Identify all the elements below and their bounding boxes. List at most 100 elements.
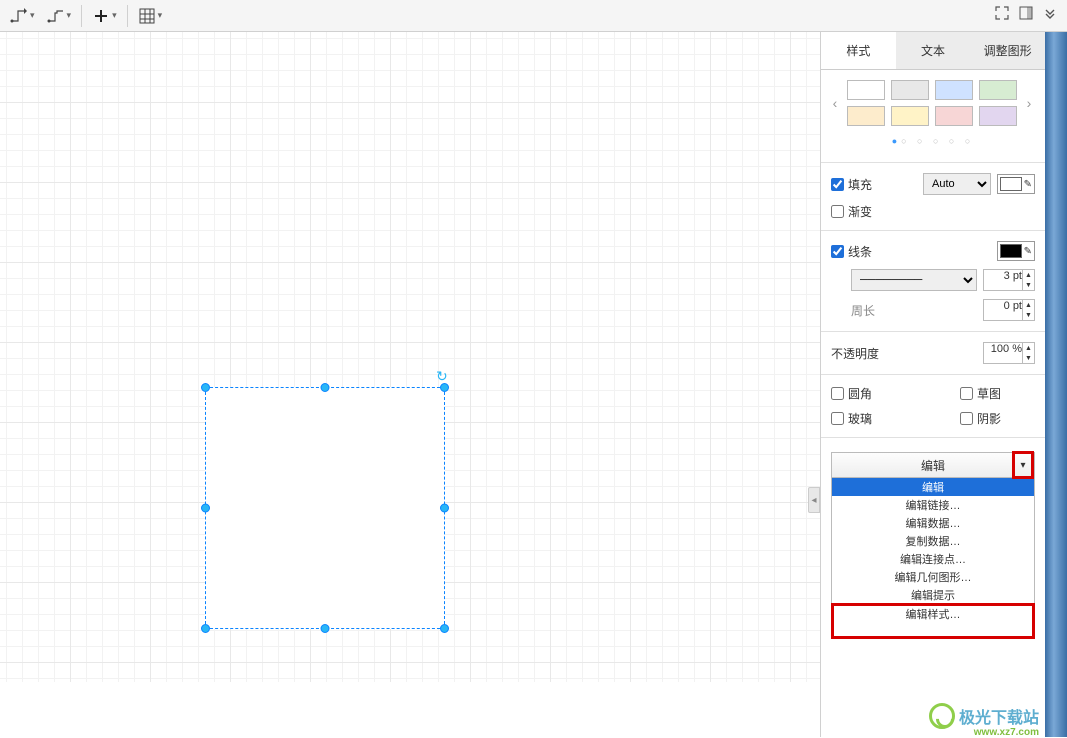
panel-collapse-toggle[interactable]: ◂ [808, 487, 820, 513]
gradient-checkbox-label[interactable]: 渐变 [831, 203, 872, 220]
glass-checkbox-label[interactable]: 玻璃 [831, 410, 872, 427]
chevron-down-icon: ▾ [30, 10, 35, 21]
gradient-row: 渐变 [821, 199, 1045, 224]
stepper-icon[interactable]: ▲▼ [1022, 343, 1034, 363]
format-panel: 样式 文本 调整图形 ‹ › ●○ ○ ○ ○ ○ 填充 Auto ✎ [820, 32, 1045, 737]
menu-item-edit[interactable]: 编辑 [832, 478, 1034, 496]
edit-button-label: 编辑 [921, 457, 945, 474]
swatch-yellow[interactable] [891, 106, 929, 126]
add-shape-button[interactable]: ▾ [86, 2, 123, 30]
perimeter-input[interactable]: 0 pt▲▼ [983, 299, 1035, 321]
shadow-checkbox-label[interactable]: 阴影 [960, 410, 1001, 427]
sketch-checkbox-label[interactable]: 草图 [960, 385, 1001, 402]
sketch-checkbox[interactable] [960, 387, 973, 400]
menu-item-copy-data[interactable]: 复制数据… [832, 532, 1034, 550]
menu-item-edit-link[interactable]: 编辑链接… [832, 496, 1034, 514]
fill-label: 填充 [848, 176, 872, 193]
menu-item-edit-tooltip[interactable]: 编辑提示 [832, 586, 1034, 604]
gradient-label: 渐变 [848, 203, 872, 220]
canvas-outside-area [0, 682, 820, 737]
resize-handle-w[interactable] [201, 504, 210, 513]
divider [821, 374, 1045, 375]
canvas[interactable]: ↻ [0, 32, 820, 737]
format-tabs: 样式 文本 调整图形 [821, 32, 1045, 70]
resize-handle-e[interactable] [440, 504, 449, 513]
stepper-icon[interactable]: ▲▼ [1022, 270, 1034, 290]
waypoint-connector-button[interactable]: ▾ [4, 2, 41, 30]
canvas-page[interactable]: ↻ [0, 32, 820, 682]
line-color-button[interactable]: ✎ [997, 241, 1035, 261]
fill-mode-select[interactable]: Auto [923, 173, 991, 195]
menu-item-edit-style-highlighted[interactable]: 编辑样式… [831, 603, 1035, 639]
plus-icon [92, 7, 110, 25]
perimeter-label: 周长 [851, 302, 875, 319]
opacity-input[interactable]: 100 %▲▼ [983, 342, 1035, 364]
edit-dropdown-wrap: 编辑 ▾ 编辑 编辑链接… 编辑数据… 复制数据… 编辑连接点… 编辑几何图形…… [821, 444, 1045, 647]
selected-rectangle[interactable]: ↻ [205, 387, 445, 629]
rounded-checkbox[interactable] [831, 387, 844, 400]
chevron-down-icon: ▾ [158, 10, 163, 21]
swatch-white[interactable] [847, 80, 885, 100]
shadow-label: 阴影 [977, 410, 1001, 427]
edit-pencil-icon: ✎ [1024, 179, 1032, 190]
resize-handle-nw[interactable] [201, 383, 210, 392]
menu-item-edit-data[interactable]: 编辑数据… [832, 514, 1034, 532]
table-grid-icon [138, 7, 156, 25]
resize-handle-se[interactable] [440, 624, 449, 633]
fill-row: 填充 Auto ✎ [821, 169, 1045, 199]
line-checkbox-label[interactable]: 线条 [831, 243, 872, 260]
resize-handle-ne[interactable] [440, 383, 449, 392]
menu-item-edit-connection-points[interactable]: 编辑连接点… [832, 550, 1034, 568]
format-panel-icon[interactable] [1019, 6, 1033, 25]
chevron-down-icon: ▾ [67, 10, 72, 21]
fill-checkbox-label[interactable]: 填充 [831, 176, 872, 193]
shadow-checkbox[interactable] [960, 412, 973, 425]
edit-dropdown-menu: 编辑 编辑链接… 编辑数据… 复制数据… 编辑连接点… 编辑几何图形… 编辑提示… [831, 477, 1035, 639]
color-palette-row: ‹ › [821, 70, 1045, 132]
fullscreen-icon[interactable] [995, 6, 1009, 25]
line-row: 线条 ✎ [821, 237, 1045, 265]
watermark-url: www.xz7.com [974, 727, 1039, 738]
rotate-handle-icon[interactable]: ↻ [436, 368, 450, 382]
menu-item-edit-geometry[interactable]: 编辑几何图形… [832, 568, 1034, 586]
line-width-input[interactable]: 3 pt▲▼ [983, 269, 1035, 291]
resize-handle-s[interactable] [321, 624, 330, 633]
line-label: 线条 [848, 243, 872, 260]
tab-text[interactable]: 文本 [896, 32, 971, 69]
palette-next-icon[interactable]: › [1021, 95, 1037, 111]
glass-shadow-row: 玻璃 阴影 [821, 406, 1045, 431]
fill-checkbox[interactable] [831, 178, 844, 191]
line-color-swatch [1000, 244, 1022, 258]
rounded-label: 圆角 [848, 385, 872, 402]
edit-pencil-icon: ✎ [1024, 246, 1032, 257]
line-style-select[interactable]: ──────── [851, 269, 977, 291]
swatch-red[interactable] [935, 106, 973, 126]
swatch-purple[interactable] [979, 106, 1017, 126]
resize-handle-sw[interactable] [201, 624, 210, 633]
line-style-row: ──────── 3 pt▲▼ [821, 265, 1045, 295]
line-checkbox[interactable] [831, 245, 844, 258]
palette-page-dots: ●○ ○ ○ ○ ○ [821, 132, 1045, 156]
swatch-orange[interactable] [847, 106, 885, 126]
fill-color-button[interactable]: ✎ [997, 174, 1035, 194]
tab-style[interactable]: 样式 [821, 32, 896, 69]
resize-handle-n[interactable] [321, 383, 330, 392]
insert-table-button[interactable]: ▾ [132, 2, 169, 30]
straight-connector-button[interactable]: ▾ [41, 2, 78, 30]
top-toolbar: ▾ ▾ ▾ ▾ [0, 0, 1067, 32]
rounded-checkbox-label[interactable]: 圆角 [831, 385, 872, 402]
divider [821, 437, 1045, 438]
palette-prev-icon[interactable]: ‹ [827, 95, 843, 111]
swatch-gray[interactable] [891, 80, 929, 100]
edit-dropdown-caret-highlighted[interactable]: ▾ [1012, 451, 1034, 479]
tab-arrange[interactable]: 调整图形 [970, 32, 1045, 69]
toolbar-separator [81, 5, 82, 27]
gradient-checkbox[interactable] [831, 205, 844, 218]
swatch-blue[interactable] [935, 80, 973, 100]
edit-style-button[interactable]: 编辑 ▾ [831, 452, 1035, 478]
glass-checkbox[interactable] [831, 412, 844, 425]
stepper-icon[interactable]: ▲▼ [1022, 300, 1034, 320]
perimeter-row: 周长 0 pt▲▼ [821, 295, 1045, 325]
collapse-panel-icon[interactable] [1043, 6, 1057, 25]
swatch-green[interactable] [979, 80, 1017, 100]
